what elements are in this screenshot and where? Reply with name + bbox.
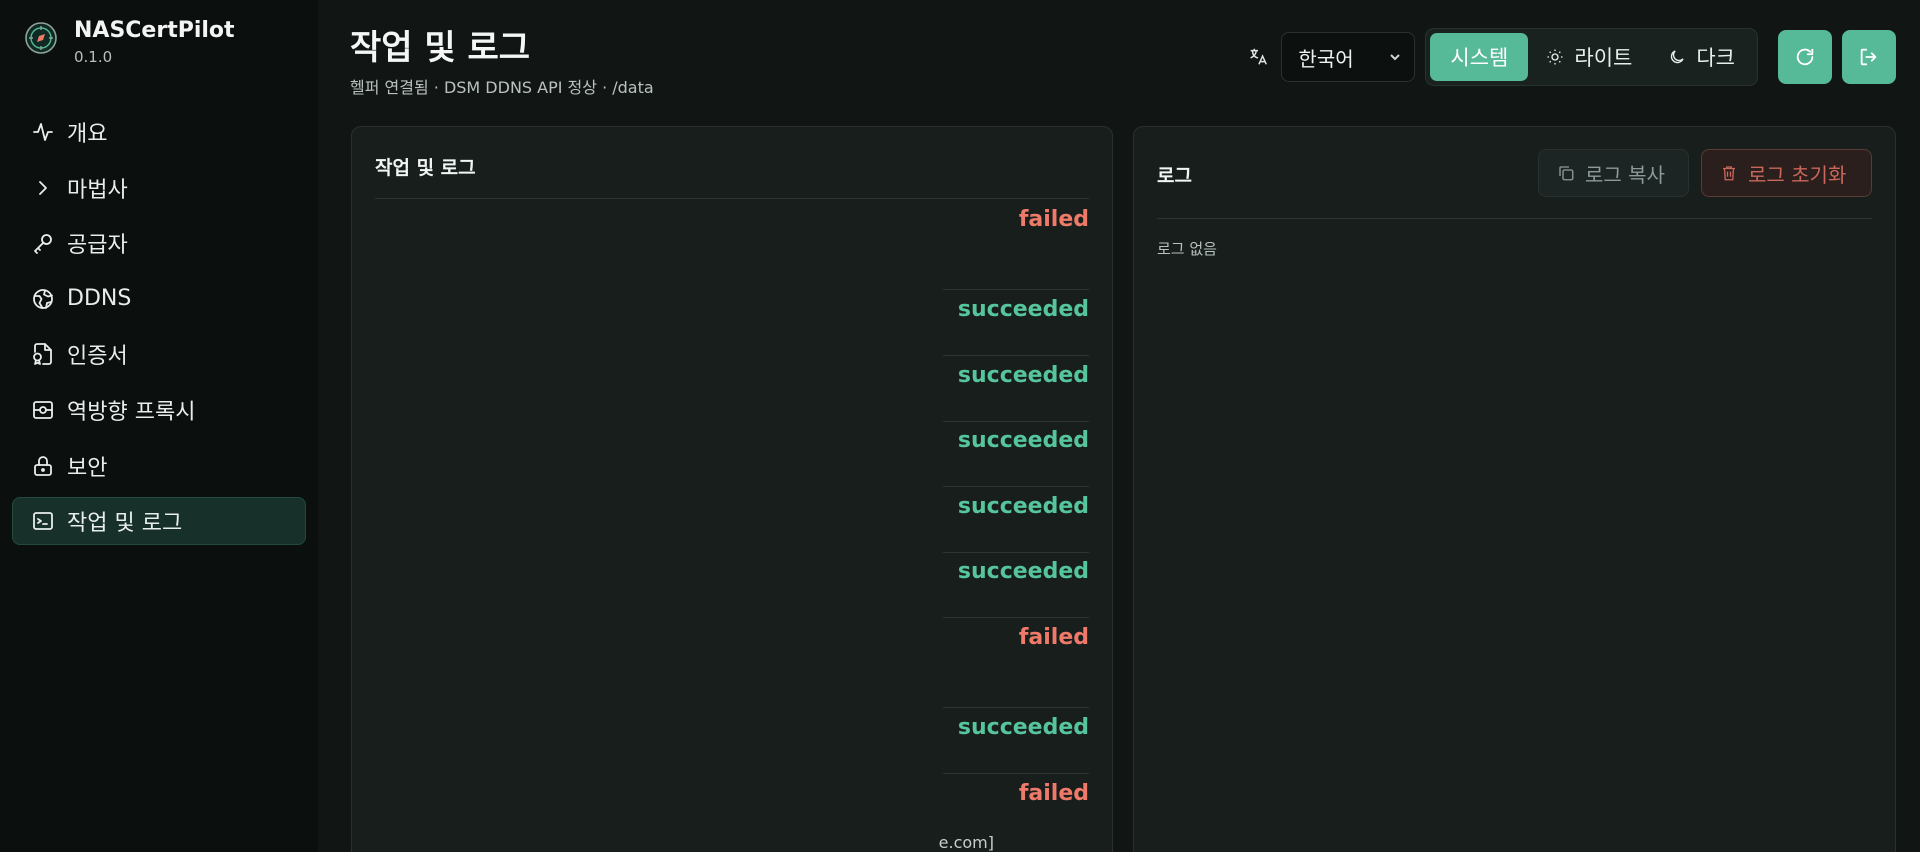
logs-panel-title: 로그: [1157, 165, 1192, 187]
page-subtitle: 헬퍼 연결됨 · DSM DDNS API 정상 · /data: [350, 78, 654, 97]
language-select[interactable]: 한국어: [1281, 32, 1416, 82]
logs-empty-text: 로그 없음: [1157, 240, 1217, 258]
divider: [1157, 218, 1872, 219]
sidebar-item-security[interactable]: 보안: [12, 442, 306, 490]
toolbar: 한국어 시스템 라이트 다크: [1247, 28, 1896, 86]
job-detail-text: e.com]: [938, 833, 994, 852]
page-title: 작업 및 로그: [350, 28, 531, 68]
job-status-badge[interactable]: failed: [1019, 625, 1089, 650]
divider: [943, 617, 1089, 618]
key-icon: [31, 231, 55, 255]
sidebar-item-label: 인증서: [67, 344, 128, 370]
theme-dark-label: 다크: [1696, 46, 1735, 70]
moon-icon: [1671, 50, 1684, 64]
trash-icon: [1723, 166, 1735, 181]
brand: NASCertPilot 0.1.0: [12, 0, 306, 108]
jobs-panel: 작업 및 로그 failed succeeded succeeded succe…: [351, 126, 1113, 852]
sidebar-item-label: 작업 및 로그: [67, 511, 183, 537]
theme-system-button[interactable]: 시스템: [1430, 33, 1529, 81]
sidebar-item-label: 보안: [67, 455, 108, 481]
clear-logs-label: 로그 초기화: [1748, 162, 1847, 187]
job-status-badge[interactable]: failed: [1019, 207, 1089, 232]
proxy-icon: [31, 398, 55, 422]
job-status-badge[interactable]: succeeded: [958, 494, 1089, 519]
divider: [943, 552, 1089, 553]
clear-logs-button[interactable]: 로그 초기화: [1701, 149, 1872, 197]
chevron-down-icon: [1388, 45, 1402, 69]
divider: [943, 355, 1089, 356]
terminal-icon: [31, 509, 55, 533]
copy-logs-label: 로그 복사: [1585, 162, 1665, 187]
divider: [943, 486, 1089, 487]
sidebar-item-overview[interactable]: 개요: [12, 108, 306, 156]
app-version: 0.1.0: [74, 48, 113, 66]
sidebar-item-label: 역방향 프록시: [67, 399, 196, 425]
chevron-right-icon: [31, 176, 55, 200]
refresh-button[interactable]: [1778, 30, 1832, 84]
copy-icon: [1559, 166, 1574, 181]
app-name: NASCertPilot: [74, 18, 235, 43]
divider: [943, 289, 1089, 290]
refresh-icon: [1796, 48, 1814, 66]
theme-dark-button[interactable]: 다크: [1650, 33, 1753, 81]
sun-icon: [1547, 49, 1563, 65]
file-badge-icon: [31, 342, 55, 366]
lock-icon: [31, 454, 55, 478]
activity-icon: [31, 120, 55, 144]
divider: [943, 421, 1089, 422]
theme-system-label: 시스템: [1450, 46, 1509, 70]
divider: [943, 773, 1089, 774]
job-status-badge[interactable]: succeeded: [958, 363, 1089, 388]
sidebar-item-certificates[interactable]: 인증서: [12, 330, 306, 378]
job-status-badge[interactable]: failed: [1019, 781, 1089, 806]
language-value: 한국어: [1298, 46, 1354, 71]
logs-panel: 로그 로그 복사 로그 초기화 로그 없음: [1133, 126, 1896, 852]
job-status-badge[interactable]: succeeded: [958, 428, 1089, 453]
sidebar: NASCertPilot 0.1.0 개요 마법사 공급자 DDNS 인증서 역…: [0, 0, 318, 852]
logout-icon: [1860, 48, 1877, 66]
sidebar-item-wizard[interactable]: 마법사: [12, 164, 306, 212]
job-status-badge[interactable]: succeeded: [958, 715, 1089, 740]
sidebar-item-providers[interactable]: 공급자: [12, 219, 306, 267]
globe-icon: [31, 287, 55, 311]
compass-logo-icon: [25, 22, 57, 54]
sidebar-item-reverse-proxy[interactable]: 역방향 프록시: [12, 386, 306, 434]
sidebar-item-label: 개요: [67, 122, 108, 147]
sidebar-item-jobs-logs[interactable]: 작업 및 로그: [12, 497, 306, 546]
sidebar-item-label: 공급자: [67, 233, 128, 259]
copy-logs-button[interactable]: 로그 복사: [1538, 149, 1689, 197]
sidebar-item-ddns[interactable]: DDNS: [12, 275, 306, 323]
sidebar-item-label: DDNS: [67, 286, 132, 312]
translate-icon: [1247, 46, 1269, 68]
sidebar-item-label: 마법사: [67, 177, 128, 203]
theme-light-button[interactable]: 라이트: [1528, 33, 1650, 81]
theme-toggle-group: 시스템 라이트 다크: [1425, 28, 1758, 86]
job-status-badge[interactable]: succeeded: [958, 559, 1089, 584]
sidebar-nav: 개요 마법사 공급자 DDNS 인증서 역방향 프록시 보안 작업 및 로그: [12, 108, 306, 546]
logout-button[interactable]: [1842, 30, 1896, 84]
divider: [943, 707, 1089, 708]
jobs-panel-title: 작업 및 로그: [375, 157, 476, 179]
job-status-badge[interactable]: succeeded: [958, 297, 1089, 322]
theme-light-label: 라이트: [1574, 46, 1633, 70]
divider: [375, 198, 1089, 199]
